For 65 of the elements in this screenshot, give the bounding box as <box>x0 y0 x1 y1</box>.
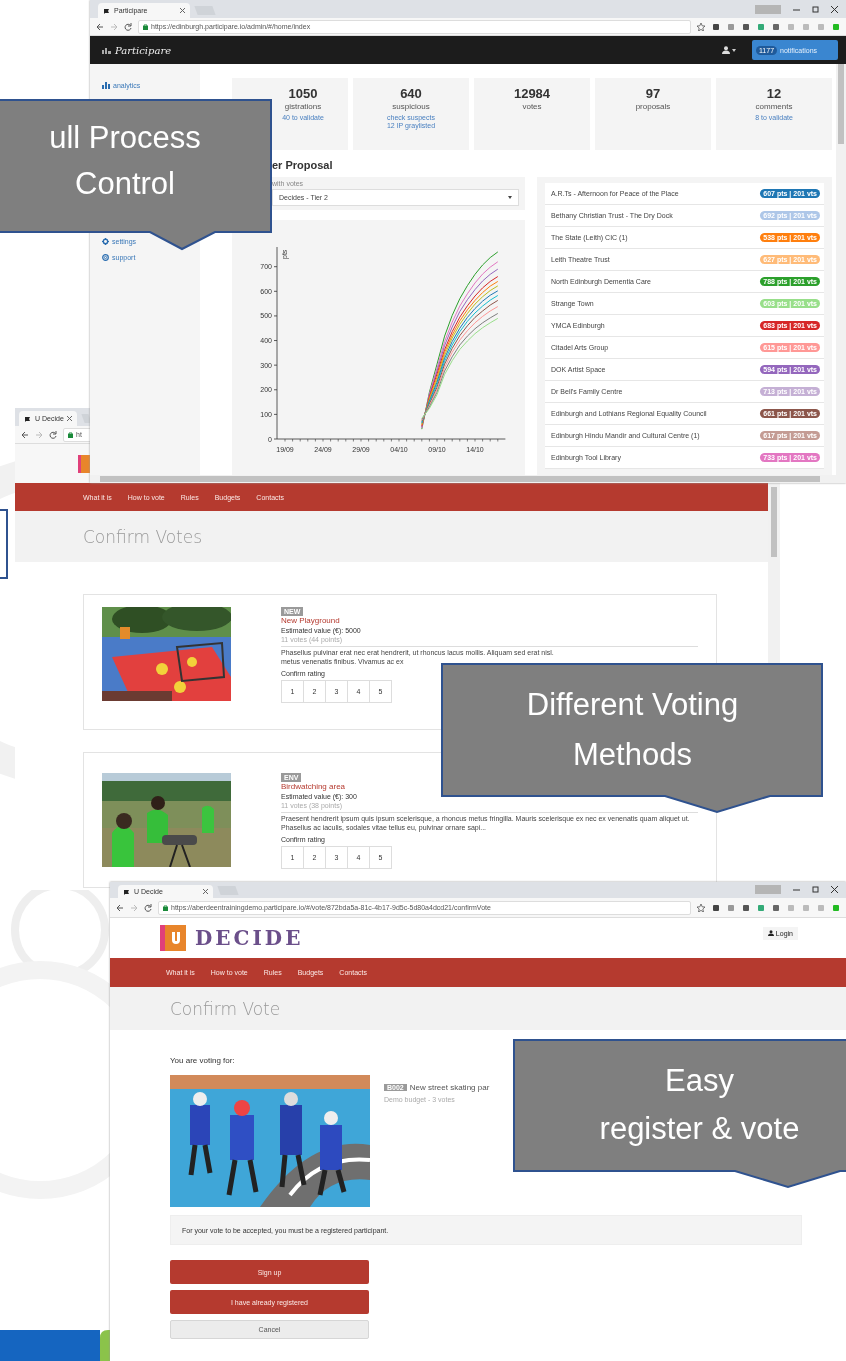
callout-text: Control <box>75 166 175 202</box>
vertical-scrollbar[interactable] <box>836 64 846 475</box>
page-title: Confirm Vote <box>170 998 281 1019</box>
project-title[interactable]: New Playground <box>281 616 340 626</box>
lock-icon <box>163 904 168 911</box>
project-title: New street skating par <box>409 1083 490 1092</box>
bar-chart-icon <box>102 82 110 89</box>
stat-label: suspicious <box>392 102 430 111</box>
profile-chip[interactable] <box>755 884 781 894</box>
stat-value: 1050 <box>288 86 318 101</box>
maximize-icon[interactable] <box>812 885 819 893</box>
callout-text: Easy <box>665 1063 734 1099</box>
forward-icon[interactable] <box>130 903 138 912</box>
horizontal-scrollbar[interactable] <box>90 475 846 483</box>
stat-value: 640 <box>400 86 422 101</box>
close-icon[interactable] <box>66 416 72 421</box>
stat-label: gistrations <box>284 102 322 111</box>
callout-text: Different Voting <box>526 687 739 723</box>
profile-chip[interactable] <box>755 4 781 14</box>
stat-label: votes <box>522 102 542 111</box>
page-title: Confirm Votes <box>83 526 203 547</box>
vertical-scrollbar[interactable] <box>768 483 780 663</box>
star-icon[interactable] <box>697 903 705 912</box>
back-icon[interactable] <box>21 430 29 439</box>
gear-icon <box>102 238 109 245</box>
reload-icon[interactable] <box>144 903 152 912</box>
intro-text: You are voting for: <box>170 1056 235 1065</box>
lock-icon <box>143 23 148 30</box>
favicon-icon <box>123 887 131 896</box>
close-icon[interactable] <box>831 885 838 893</box>
callout-text: register & vote <box>599 1111 800 1147</box>
user-icon <box>767 930 774 936</box>
lifebuoy-icon <box>102 254 109 261</box>
lock-icon <box>68 431 73 438</box>
forward-icon[interactable] <box>35 430 43 439</box>
brand-name: DECIDE <box>195 926 304 950</box>
stat-value: 12 <box>766 86 782 101</box>
caret-icon <box>732 48 736 52</box>
stat-value: 12984 <box>513 86 551 101</box>
maximize-icon[interactable] <box>812 5 819 13</box>
close-icon[interactable] <box>203 889 208 894</box>
logo: Participare <box>115 44 172 56</box>
reload-icon[interactable] <box>124 22 132 31</box>
callout-shape <box>0 509 9 579</box>
logo-icon <box>78 455 90 473</box>
favicon-icon <box>24 414 32 423</box>
close-icon[interactable] <box>180 8 185 13</box>
favicon-icon <box>103 6 111 15</box>
stat-label: proposals <box>635 102 671 111</box>
back-icon[interactable] <box>116 903 124 912</box>
stat-value: 97 <box>645 86 661 101</box>
logo-icon <box>160 925 186 951</box>
project-title[interactable]: Birdwatching area <box>281 782 346 792</box>
forward-icon[interactable] <box>110 22 118 31</box>
callout-text: Methods <box>573 737 692 773</box>
section-title: er Proposal <box>272 158 334 172</box>
star-icon[interactable] <box>697 22 705 31</box>
stat-label: comments <box>755 102 793 111</box>
caret-icon <box>508 196 512 199</box>
user-icon[interactable] <box>722 46 730 54</box>
callout-text: ull Process <box>49 120 201 156</box>
back-icon[interactable] <box>96 22 104 31</box>
close-icon[interactable] <box>831 5 838 13</box>
reload-icon[interactable] <box>49 430 57 439</box>
logo-icon <box>102 46 111 54</box>
